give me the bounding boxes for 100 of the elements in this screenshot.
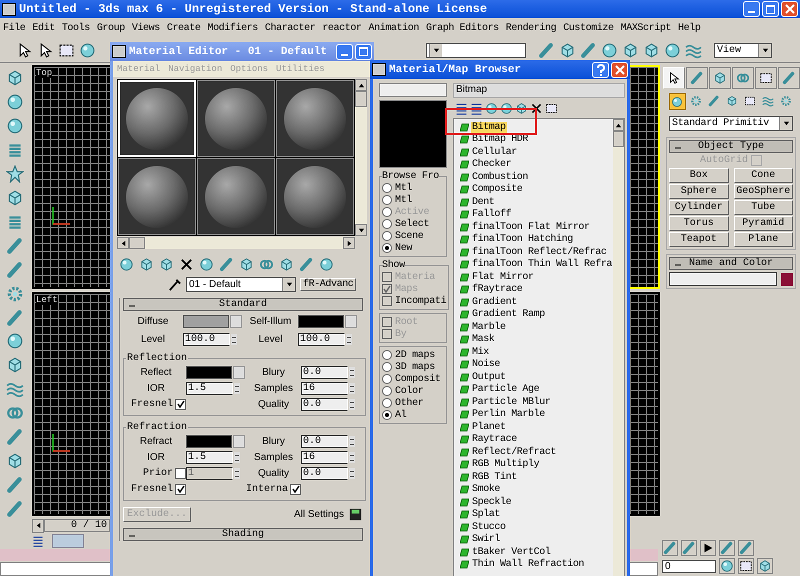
- help-button[interactable]: [592, 62, 609, 78]
- spinner-arrows-icon[interactable]: [346, 334, 352, 344]
- rollout-header[interactable]: Standard: [123, 298, 363, 311]
- object-type-button[interactable]: Pyramid: [734, 216, 793, 231]
- checkbox-option[interactable]: Incompati: [382, 295, 446, 307]
- map-list-item[interactable]: finalToon Flat Mirror: [471, 222, 591, 233]
- object-type-button[interactable]: Plane: [734, 232, 793, 247]
- menu-item[interactable]: Graph Editors: [426, 22, 499, 34]
- menu-item[interactable]: Modifiers: [207, 22, 258, 34]
- menu-item[interactable]: File: [3, 22, 26, 34]
- map-list-item[interactable]: Swirl: [471, 534, 502, 546]
- minimize-button[interactable]: [743, 1, 760, 17]
- map-list-item[interactable]: Checker: [471, 159, 512, 170]
- close-button[interactable]: [781, 1, 798, 17]
- map-list-item[interactable]: Combustion: [471, 172, 530, 183]
- map-list-item[interactable]: Mix: [471, 346, 490, 358]
- spinner-arrows-icon[interactable]: [349, 452, 355, 462]
- spinner-arrows-icon[interactable]: [234, 468, 240, 478]
- play-icon[interactable]: [700, 540, 716, 556]
- spinner-arrows-icon[interactable]: [234, 452, 240, 462]
- spinner-arrows-icon[interactable]: [349, 468, 355, 478]
- object-type-button[interactable]: GeoSphere: [734, 184, 793, 199]
- map-list-item[interactable]: Mask: [471, 334, 496, 346]
- spinner-field[interactable]: 0.0: [301, 366, 348, 378]
- object-color-swatch[interactable]: [781, 272, 793, 286]
- spinner-field[interactable]: 1.5: [186, 450, 233, 464]
- menu-item[interactable]: Tools: [62, 22, 90, 34]
- color-swatch[interactable]: [298, 314, 344, 328]
- spinner-field[interactable]: 16: [301, 450, 348, 464]
- object-type-button[interactable]: Sphere: [669, 184, 728, 199]
- spinner-field[interactable]: 0.0: [301, 466, 348, 480]
- radio-option[interactable]: Scene: [382, 230, 444, 242]
- rollout-header[interactable]: Name and Color: [669, 257, 793, 270]
- map-list-item[interactable]: finalToon Thin Wall Refra: [471, 259, 614, 270]
- search-name-field[interactable]: [379, 83, 447, 97]
- menu-item[interactable]: Character: [264, 22, 316, 34]
- map-list-item[interactable]: Smoke: [471, 484, 502, 496]
- map-list-item[interactable]: Speckle: [471, 496, 512, 508]
- spinner-arrows-icon[interactable]: [231, 334, 237, 344]
- color-swatch[interactable]: [186, 434, 232, 448]
- cube-icon[interactable]: [622, 42, 639, 58]
- primitive-type-dropdown[interactable]: Standard Primitiv: [669, 116, 793, 131]
- map-list-item[interactable]: Perlin Marble: [471, 409, 546, 420]
- cube-icon[interactable]: [643, 42, 660, 58]
- menu-item[interactable]: Edit: [32, 22, 55, 34]
- spinner-field[interactable]: 0.0: [301, 398, 348, 410]
- scroll-thumb[interactable]: [129, 237, 145, 249]
- map-list-item[interactable]: Reflect/Refract: [471, 446, 558, 458]
- rollout-header[interactable]: Shading: [123, 528, 363, 541]
- map-list-item[interactable]: Gradient Ramp: [471, 309, 546, 320]
- object-type-button[interactable]: Cone: [734, 168, 793, 183]
- map-list-item[interactable]: Raytrace: [471, 434, 518, 446]
- material-type-button[interactable]: fR-Advanc: [300, 278, 356, 291]
- object-type-button[interactable]: Teapot: [669, 232, 728, 247]
- radio-option[interactable]: Color: [382, 385, 444, 397]
- color-swatch[interactable]: [183, 314, 229, 328]
- menu-item[interactable]: Help: [678, 22, 700, 34]
- radio-option[interactable]: 3D maps: [382, 361, 444, 373]
- vertical-scrollbar[interactable]: [355, 79, 367, 236]
- radio-option[interactable]: Composit: [382, 373, 444, 385]
- vertical-scrollbar[interactable]: [613, 119, 624, 576]
- menu-item[interactable]: Rendering: [506, 22, 556, 34]
- view-dropdown[interactable]: View: [714, 42, 772, 58]
- spinner-arrows-icon[interactable]: [349, 366, 355, 378]
- map-list-item[interactable]: finalToon Reflect/Refrac: [471, 246, 608, 258]
- previous-frame-button[interactable]: [32, 518, 44, 533]
- spinner-field[interactable]: 100.0: [298, 332, 345, 346]
- map-list-item[interactable]: Bitmap: [471, 122, 507, 133]
- spinner-field[interactable]: 0.0: [301, 434, 348, 448]
- radio-option[interactable]: Mtl: [382, 194, 444, 206]
- menu-item[interactable]: Customize: [563, 22, 614, 34]
- cube-icon[interactable]: [139, 257, 154, 272]
- dashed-rectangle-icon[interactable]: [545, 102, 558, 115]
- spinner-field[interactable]: 16: [301, 382, 348, 394]
- map-list-item[interactable]: Output: [471, 372, 507, 383]
- map-list-item[interactable]: Flat Mirror: [471, 272, 535, 283]
- radio-option[interactable]: New: [382, 242, 444, 254]
- menu-item[interactable]: Group: [96, 22, 125, 34]
- map-list-item[interactable]: Composite: [471, 184, 524, 196]
- map-list-item[interactable]: RGB Multiply: [471, 459, 540, 470]
- selection-set-dropdown[interactable]: [426, 42, 526, 58]
- material-name-dropdown[interactable]: 01 - Default: [186, 277, 296, 292]
- map-list-item[interactable]: finalToon Hatching: [471, 234, 574, 246]
- panel-tab[interactable]: [754, 67, 776, 89]
- object-type-button[interactable]: Box: [669, 168, 728, 183]
- object-type-button[interactable]: Torus: [669, 216, 728, 231]
- spinner-arrows-icon[interactable]: [349, 436, 355, 446]
- spinner-arrows-icon[interactable]: [234, 382, 240, 394]
- checkbox[interactable]: [175, 484, 186, 494]
- menu-item[interactable]: reactor: [322, 22, 362, 34]
- track-bar[interactable]: [52, 534, 84, 548]
- map-list-item[interactable]: tBaker VertCol: [471, 546, 552, 558]
- object-type-button[interactable]: Cylinder: [669, 200, 728, 215]
- map-list-item[interactable]: Thin Wall Refraction: [471, 559, 586, 570]
- radio-option[interactable]: Al: [382, 409, 444, 421]
- spinner-arrows-icon[interactable]: [349, 382, 355, 394]
- close-button[interactable]: [611, 62, 628, 78]
- cube-icon[interactable]: [559, 42, 576, 58]
- radio-option[interactable]: 2D maps: [382, 349, 444, 361]
- menu-item[interactable]: Views: [132, 22, 160, 34]
